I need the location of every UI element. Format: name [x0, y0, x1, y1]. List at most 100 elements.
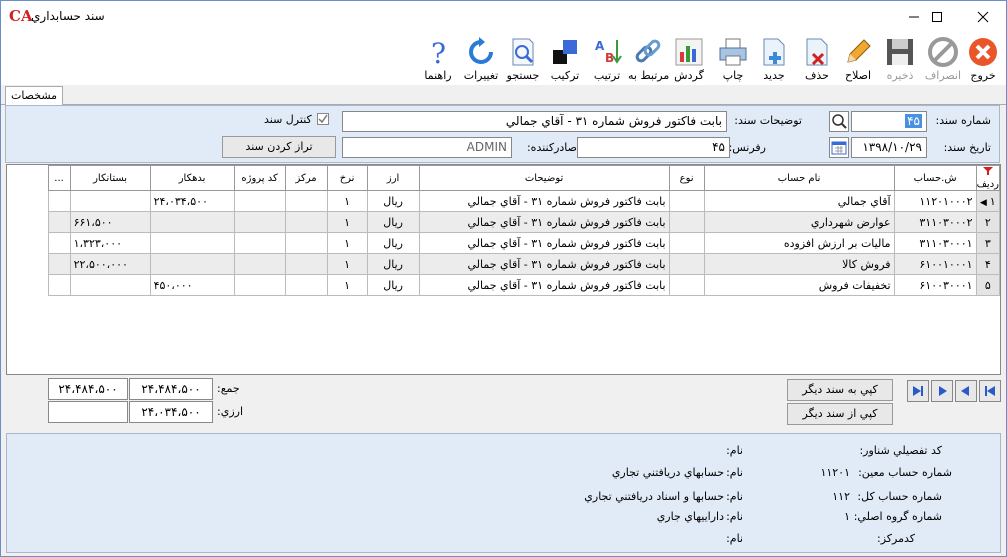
- cell-currency[interactable]: ريال: [366, 253, 420, 275]
- maximize-button[interactable]: [914, 1, 960, 32]
- cell-more[interactable]: [47, 190, 71, 212]
- calendar-button[interactable]: [829, 137, 849, 158]
- cell-project-code[interactable]: [233, 190, 286, 212]
- cell-type[interactable]: [668, 253, 705, 275]
- toolbar-exit-button[interactable]: خروج: [963, 36, 1003, 84]
- cell-account-name[interactable]: تخفيفات فروش: [703, 274, 895, 296]
- cell-account-number[interactable]: ۳۱۱۰۳۰۰۰۲: [893, 211, 977, 233]
- cell-type[interactable]: [668, 232, 705, 254]
- cell-debit[interactable]: [149, 211, 235, 233]
- col-header-rate[interactable]: نرخ: [326, 165, 368, 191]
- copy-to-doc-button[interactable]: كپي به سند ديگر: [787, 379, 893, 401]
- nav-last-button[interactable]: [907, 380, 929, 402]
- col-header-center[interactable]: مركز: [284, 165, 328, 191]
- col-header-project[interactable]: كد پروژه: [233, 165, 286, 191]
- cell-type[interactable]: [668, 190, 705, 212]
- table-row[interactable]: ۳ ۳۱۱۰۳۰۰۰۱ ماليات بر ارزش افزوده بابت فاکت…: [47, 232, 1000, 254]
- cell-rate[interactable]: ۱: [326, 253, 368, 275]
- cell-debit[interactable]: ۲۴،۰۳۴،۵۰۰: [149, 190, 235, 212]
- nav-first-button[interactable]: [979, 380, 1001, 402]
- cell-project-code[interactable]: [233, 232, 286, 254]
- cell-rate[interactable]: ۱: [326, 190, 368, 212]
- toolbar-help-button[interactable]: ? راهنما: [418, 36, 458, 84]
- col-header-account-no[interactable]: ش.حساب: [893, 165, 977, 191]
- cell-more[interactable]: [47, 211, 71, 233]
- cell-rate[interactable]: ۱: [326, 211, 368, 233]
- cell-rate[interactable]: ۱: [326, 274, 368, 296]
- table-row[interactable]: ۵ ۶۱۰۰۳۰۰۰۱ تخفيفات فروش بابت فاکتور فروش ش…: [47, 274, 1000, 296]
- col-header-more[interactable]: ...: [47, 165, 71, 191]
- table-row[interactable]: ۱ ◀ ۱۱۲۰۱۰۰۰۲ آقاي جمالي بابت فاکتور فروش ش…: [47, 190, 1000, 212]
- toolbar-turnover-button[interactable]: گردش: [669, 36, 709, 84]
- col-header-credit[interactable]: بستانكار: [69, 165, 151, 191]
- cell-credit[interactable]: [69, 274, 151, 296]
- cell-type[interactable]: [668, 274, 705, 296]
- toolbar-cancel-button[interactable]: انصراف: [923, 36, 963, 84]
- cell-credit[interactable]: ۲۲،۵۰۰،۰۰۰: [69, 253, 151, 275]
- cell-center[interactable]: [284, 232, 328, 254]
- cell-credit[interactable]: [69, 190, 151, 212]
- doc-search-button[interactable]: [829, 111, 849, 132]
- issuer-field[interactable]: ADMIN: [342, 137, 512, 158]
- cell-description[interactable]: بابت فاکتور فروش شماره ۳۱ - آقاي جمالي: [418, 253, 670, 275]
- cell-account-name[interactable]: آقاي جمالي: [703, 190, 895, 212]
- toolbar-related-button[interactable]: مرتبط به: [628, 36, 669, 84]
- col-header-account-name[interactable]: نام حساب: [703, 165, 895, 191]
- cell-description[interactable]: بابت فاکتور فروش شماره ۳۱ - آقاي جمالي: [418, 190, 670, 212]
- cell-center[interactable]: [284, 274, 328, 296]
- cell-description[interactable]: بابت فاکتور فروش شماره ۳۱ - آقاي جمالي: [418, 211, 670, 233]
- col-header-currency[interactable]: ارز: [366, 165, 420, 191]
- cell-row-number[interactable]: ۴: [975, 253, 1000, 275]
- close-window-button[interactable]: [960, 1, 1006, 32]
- cell-account-name[interactable]: فروش كالا: [703, 253, 895, 275]
- cell-debit[interactable]: [149, 232, 235, 254]
- cell-debit[interactable]: [149, 253, 235, 275]
- cell-center[interactable]: [284, 211, 328, 233]
- cell-type[interactable]: [668, 211, 705, 233]
- cell-project-code[interactable]: [233, 274, 286, 296]
- cell-more[interactable]: [47, 253, 71, 275]
- toolbar-print-button[interactable]: چاپ: [713, 36, 753, 84]
- toolbar-edit-button[interactable]: اصلاح: [838, 36, 878, 84]
- toolbar-delete-button[interactable]: حذف: [797, 36, 837, 84]
- balance-document-button[interactable]: تراز كردن سند: [222, 136, 336, 158]
- cell-account-number[interactable]: ۳۱۱۰۳۰۰۰۱: [893, 232, 977, 254]
- toolbar-sort-button[interactable]: AB ترتيب: [587, 36, 627, 84]
- cell-currency[interactable]: ريال: [366, 232, 420, 254]
- toolbar-combine-button[interactable]: تركيب: [545, 36, 585, 84]
- cell-row-number[interactable]: ۵: [975, 274, 1000, 296]
- toolbar-new-button[interactable]: جديد: [754, 36, 794, 84]
- cell-debit[interactable]: ۴۵۰،۰۰۰: [149, 274, 235, 296]
- col-header-description[interactable]: توضيحات: [418, 165, 670, 191]
- doc-number-field[interactable]: ۴۵: [851, 111, 927, 132]
- cell-project-code[interactable]: [233, 211, 286, 233]
- tab-specifications[interactable]: مشخصات: [5, 86, 63, 105]
- toolbar-save-button[interactable]: ذخيره: [880, 36, 920, 84]
- toolbar-changes-button[interactable]: تغييرات: [461, 36, 501, 84]
- cell-center[interactable]: [284, 190, 328, 212]
- cell-more[interactable]: [47, 232, 71, 254]
- nav-previous-button[interactable]: [955, 380, 977, 402]
- cell-currency[interactable]: ريال: [366, 274, 420, 296]
- reference-field[interactable]: ۴۵: [577, 137, 730, 158]
- control-checkbox[interactable]: [317, 113, 329, 125]
- col-header-row[interactable]: رديف: [975, 165, 1000, 191]
- col-header-debit[interactable]: بدهكار: [149, 165, 235, 191]
- cell-rate[interactable]: ۱: [326, 232, 368, 254]
- nav-next-button[interactable]: [931, 380, 953, 402]
- cell-row-number[interactable]: ۲: [975, 211, 1000, 233]
- col-header-type[interactable]: نوع: [668, 165, 705, 191]
- table-row[interactable]: ۴ ۶۱۰۰۱۰۰۰۱ فروش كالا بابت فاکتور فروش شمار…: [47, 253, 1000, 275]
- cell-credit[interactable]: ۶۶۱،۵۰۰: [69, 211, 151, 233]
- cell-credit[interactable]: ۱،۳۲۳،۰۰۰: [69, 232, 151, 254]
- cell-description[interactable]: بابت فاکتور فروش شماره ۳۱ - آقاي جمالي: [418, 232, 670, 254]
- cell-description[interactable]: بابت فاکتور فروش شماره ۳۱ - آقاي جمالي: [418, 274, 670, 296]
- doc-date-field[interactable]: ۱۳۹۸/۱۰/۲۹: [851, 137, 927, 158]
- cell-currency[interactable]: ريال: [366, 211, 420, 233]
- table-row[interactable]: ۲ ۳۱۱۰۳۰۰۰۲ عوارض شهرداري بابت فاکتور فروش …: [47, 211, 1000, 233]
- cell-center[interactable]: [284, 253, 328, 275]
- toolbar-search-button[interactable]: جستجو: [503, 36, 543, 84]
- doc-description-field[interactable]: بابت فاکتور فروش شماره ۳۱ - آقاي جمالي: [342, 111, 727, 132]
- cell-more[interactable]: [47, 274, 71, 296]
- cell-account-name[interactable]: عوارض شهرداري: [703, 211, 895, 233]
